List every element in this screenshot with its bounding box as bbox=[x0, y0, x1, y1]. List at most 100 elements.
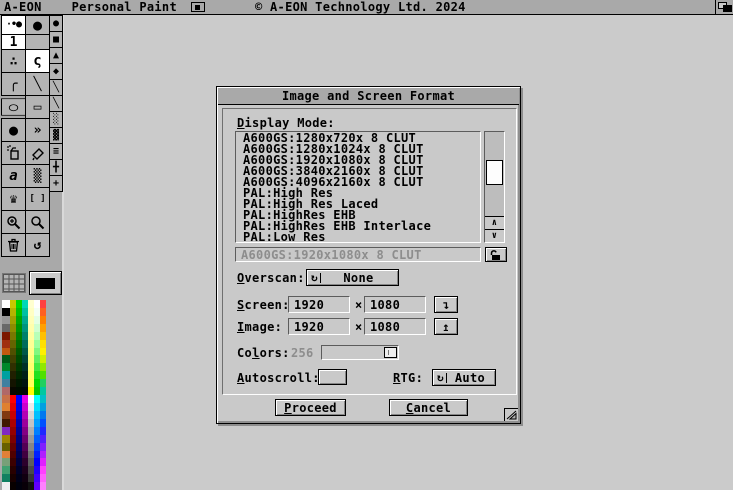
magnify-icon[interactable] bbox=[25, 210, 50, 234]
colors-slider-knob[interactable] bbox=[384, 347, 397, 358]
palette-color[interactable] bbox=[2, 419, 10, 427]
palette-color[interactable] bbox=[40, 363, 46, 371]
palette-color[interactable] bbox=[2, 387, 10, 395]
copy-image-to-screen-button[interactable]: ↥ bbox=[434, 318, 458, 335]
palette-color[interactable] bbox=[40, 427, 46, 435]
scrollbar-thumb[interactable] bbox=[486, 160, 503, 185]
filled-ellipse-icon[interactable]: ● bbox=[1, 118, 26, 142]
spray-can-icon[interactable] bbox=[1, 141, 26, 165]
line-icon[interactable]: ╲ bbox=[25, 72, 50, 96]
palette-color[interactable] bbox=[40, 411, 46, 419]
palette-color[interactable] bbox=[2, 466, 10, 474]
palette-color[interactable] bbox=[40, 482, 46, 490]
palette-color[interactable] bbox=[40, 387, 46, 395]
scroll-up-button[interactable]: ∧ bbox=[485, 216, 504, 229]
shape-lines-icon[interactable]: ≡ bbox=[49, 143, 63, 160]
palette-color[interactable] bbox=[2, 395, 10, 403]
screen-depth-gadget[interactable] bbox=[715, 0, 733, 14]
dither-icon[interactable]: ▒ bbox=[25, 164, 50, 188]
palette-color[interactable] bbox=[40, 300, 46, 308]
image-width-input[interactable]: 1920 bbox=[288, 318, 350, 335]
copy-screen-to-image-button[interactable]: ↴ bbox=[434, 296, 458, 313]
palette-color[interactable] bbox=[2, 411, 10, 419]
rtg-cycle-button[interactable]: ↻ Auto bbox=[432, 369, 496, 386]
palette-color[interactable] bbox=[2, 300, 10, 308]
shape-triangle-icon[interactable]: ▲ bbox=[49, 47, 63, 64]
scrollbar-trough[interactable] bbox=[485, 132, 504, 216]
display-mode-option[interactable]: PAL:Low Res bbox=[243, 232, 480, 243]
palette-color[interactable] bbox=[2, 458, 10, 466]
colors-slider[interactable] bbox=[321, 345, 399, 360]
palette-color[interactable] bbox=[2, 443, 10, 451]
current-color-indicator[interactable] bbox=[29, 271, 62, 295]
palette-color[interactable] bbox=[2, 403, 10, 411]
polygon-icon[interactable]: » bbox=[25, 118, 50, 142]
resize-gadget[interactable] bbox=[504, 408, 518, 421]
palette-color[interactable] bbox=[2, 451, 10, 459]
autoscroll-checkbox[interactable] bbox=[318, 369, 347, 385]
palette-color[interactable] bbox=[40, 419, 46, 427]
palette-color[interactable] bbox=[40, 466, 46, 474]
palette-color[interactable] bbox=[2, 482, 10, 490]
round-brush-icon[interactable]: ● bbox=[25, 15, 50, 35]
shape-dots-icon[interactable]: ░ bbox=[49, 111, 63, 128]
palette-color[interactable] bbox=[40, 395, 46, 403]
proceed-button[interactable]: Proceed bbox=[275, 399, 346, 416]
palette-color[interactable] bbox=[2, 371, 10, 379]
palette-color[interactable] bbox=[40, 451, 46, 459]
palette-color[interactable] bbox=[40, 371, 46, 379]
dot-brush-icon[interactable]: ·•● bbox=[1, 15, 26, 35]
palette-color[interactable] bbox=[40, 443, 46, 451]
palette-color[interactable] bbox=[2, 340, 10, 348]
mode-lock-button[interactable] bbox=[485, 247, 507, 262]
screen-height-input[interactable]: 1080 bbox=[364, 296, 426, 313]
palette-color[interactable] bbox=[2, 474, 10, 482]
ellipse-icon[interactable]: ◯ bbox=[1, 98, 26, 115]
palette-color[interactable] bbox=[40, 324, 46, 332]
brush-1-icon[interactable]: 1 bbox=[1, 34, 26, 50]
fill-icon[interactable] bbox=[25, 141, 50, 165]
palette-color[interactable] bbox=[40, 316, 46, 324]
palette-color[interactable] bbox=[2, 348, 10, 356]
shape-thin-line-icon[interactable]: ╲ bbox=[49, 95, 63, 112]
dialog-titlebar[interactable]: Image and Screen Format bbox=[218, 88, 519, 105]
shape-thick-line-icon[interactable]: ╲ bbox=[49, 79, 63, 96]
box-icon[interactable]: ▭ bbox=[25, 95, 50, 119]
freehand-icon[interactable]: ς bbox=[25, 49, 50, 73]
shape-square-icon[interactable]: ■ bbox=[49, 31, 63, 48]
palette-color[interactable] bbox=[40, 403, 46, 411]
trash-icon[interactable] bbox=[1, 233, 26, 257]
palette-color[interactable] bbox=[40, 308, 46, 316]
palette-grid-icon[interactable] bbox=[2, 273, 26, 293]
text-icon[interactable]: a bbox=[1, 164, 26, 188]
image-height-input[interactable]: 1080 bbox=[364, 318, 426, 335]
curve-icon[interactable]: ╭ bbox=[1, 72, 26, 96]
palette-color[interactable] bbox=[2, 379, 10, 387]
shape-dense-icon[interactable]: ▓ bbox=[49, 127, 63, 144]
shape-diamond-icon[interactable]: ◆ bbox=[49, 63, 63, 80]
palette-color[interactable] bbox=[40, 379, 46, 387]
palette-color[interactable] bbox=[2, 355, 10, 363]
airbrush-icon[interactable]: ∴ bbox=[1, 49, 26, 73]
palette-color[interactable] bbox=[40, 340, 46, 348]
palette-color[interactable] bbox=[40, 458, 46, 466]
palette-color[interactable] bbox=[2, 332, 10, 340]
palette-color[interactable] bbox=[2, 435, 10, 443]
palette-color[interactable] bbox=[2, 308, 10, 316]
palette-color[interactable] bbox=[40, 332, 46, 340]
brush-select-icon[interactable]: [ ] bbox=[25, 187, 50, 211]
display-mode-list[interactable]: A600GS:1280x720x 8 CLUTA600GS:1280x1024x… bbox=[235, 131, 481, 243]
palette-color[interactable] bbox=[2, 316, 10, 324]
palette-color[interactable] bbox=[2, 427, 10, 435]
shape-circle-icon[interactable]: ● bbox=[49, 15, 63, 32]
palette-color[interactable] bbox=[40, 348, 46, 356]
palette-color[interactable] bbox=[2, 363, 10, 371]
shape-plus-icon[interactable]: + bbox=[49, 175, 63, 192]
palette-color[interactable] bbox=[40, 435, 46, 443]
palette-color[interactable] bbox=[40, 355, 46, 363]
crown-icon[interactable]: ♛ bbox=[1, 187, 26, 211]
zoom-in-icon[interactable] bbox=[1, 210, 26, 234]
shape-cross-icon[interactable]: ╋ bbox=[49, 159, 63, 176]
undo-icon[interactable]: ↺ bbox=[25, 233, 50, 257]
scroll-down-button[interactable]: ∨ bbox=[485, 229, 504, 242]
